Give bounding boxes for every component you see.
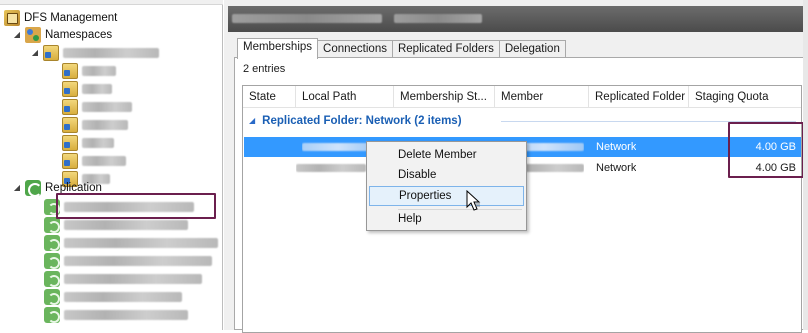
tab-memberships[interactable]: Memberships — [237, 38, 319, 59]
column-header-replicated-folder[interactable]: Replicated Folder — [589, 86, 689, 108]
redacted-group-name — [64, 238, 218, 248]
annotation-highlight-box — [56, 193, 216, 219]
tree-item-replication-group[interactable] — [44, 288, 182, 306]
cell-replicated-folder: Network — [596, 141, 637, 153]
redacted-group-name — [64, 274, 202, 284]
folder-link-icon — [62, 135, 78, 151]
redacted-folder-name — [82, 84, 112, 94]
tree-item-folder[interactable] — [62, 62, 116, 80]
navigation-tree: DFS Management ◢ Namespaces ◢ ◢ Replicat… — [0, 0, 223, 330]
replication-group-icon — [44, 307, 60, 323]
tree-item-namespaces[interactable]: ◢ Namespaces — [12, 26, 112, 44]
folder-link-icon — [62, 153, 78, 169]
tree-item-folder[interactable] — [62, 116, 128, 134]
cell-replicated-folder: Network — [596, 162, 637, 174]
folder-link-icon — [62, 63, 78, 79]
tree-label-root: DFS Management — [24, 12, 118, 24]
replication-group-icon — [44, 217, 60, 233]
replication-group-icon — [44, 271, 60, 287]
replication-icon — [25, 180, 42, 197]
menu-item-delete-member[interactable]: Delete Member — [369, 145, 524, 165]
column-header-local-path[interactable]: Local Path — [296, 86, 394, 108]
folder-link-icon — [62, 99, 78, 115]
tree-item-replication-group[interactable] — [44, 234, 218, 252]
collapse-group-icon[interactable]: ◢ — [249, 112, 255, 130]
tab-strip: Memberships Connections Replicated Folde… — [237, 38, 566, 59]
dfs-management-icon — [4, 10, 20, 26]
column-header-state[interactable]: State — [243, 86, 296, 108]
tree-item-dfs-management[interactable]: DFS Management — [4, 9, 117, 27]
tree-label-namespaces: Namespaces — [45, 29, 113, 41]
toolbar-strip — [0, 0, 223, 5]
context-menu: Delete Member Disable Properties Help — [366, 141, 527, 231]
redacted-folder-name — [82, 102, 132, 112]
collapse-arrow-icon[interactable]: ◢ — [12, 179, 22, 197]
column-header-membership-status[interactable]: Membership St... — [394, 86, 495, 108]
column-header-staging-quota[interactable]: Staging Quota — [689, 86, 801, 108]
annotation-quota-box — [728, 122, 804, 178]
redacted-local-path — [296, 158, 366, 178]
column-headers: State Local Path Membership St... Member… — [243, 86, 801, 108]
redacted-folder-name — [82, 66, 116, 76]
redacted-folder-name — [82, 120, 128, 130]
namespace-icon — [43, 45, 59, 61]
menu-item-disable[interactable]: Disable — [369, 165, 524, 185]
redacted-group-name — [64, 310, 188, 320]
tree-item-replication-group[interactable] — [44, 306, 188, 324]
entries-count: 2 entries — [243, 63, 286, 75]
redacted-folder-name — [82, 138, 114, 148]
redacted-header-title — [232, 14, 382, 23]
redacted-local-path — [302, 137, 374, 157]
group-header[interactable]: ◢ Replicated Folder: Network (2 items) — [249, 112, 462, 130]
redacted-namespace-name — [63, 48, 159, 58]
menu-item-properties[interactable]: Properties — [369, 186, 524, 206]
tree-item-folder[interactable] — [62, 134, 114, 152]
scrollbar[interactable] — [803, 0, 808, 330]
column-header-member[interactable]: Member — [495, 86, 589, 108]
mouse-cursor-icon — [466, 190, 481, 211]
redacted-group-name — [64, 256, 212, 266]
replication-group-icon — [44, 289, 60, 305]
tree-item-folder[interactable] — [62, 98, 132, 116]
group-header-label: Replicated Folder: Network (2 items) — [262, 115, 462, 127]
menu-item-help[interactable]: Help — [369, 209, 524, 229]
tree-item-replication-group[interactable] — [44, 270, 202, 288]
replication-group-icon — [44, 253, 60, 269]
folder-link-icon — [62, 81, 78, 97]
collapse-arrow-icon[interactable]: ◢ — [12, 26, 22, 44]
tree-item-replication-group[interactable] — [44, 252, 212, 270]
details-header-bar — [228, 6, 804, 32]
tree-item-folder[interactable] — [62, 80, 112, 98]
replication-group-icon — [44, 235, 60, 251]
redacted-folder-name — [82, 156, 126, 166]
collapse-arrow-icon[interactable]: ◢ — [30, 44, 40, 62]
tree-item-folder[interactable] — [62, 152, 126, 170]
redacted-header-subtitle — [394, 14, 482, 23]
redacted-group-name — [64, 292, 182, 302]
namespaces-icon — [25, 27, 41, 43]
tree-item-namespace[interactable]: ◢ — [30, 44, 159, 62]
folder-link-icon — [62, 117, 78, 133]
redacted-group-name — [64, 220, 188, 230]
